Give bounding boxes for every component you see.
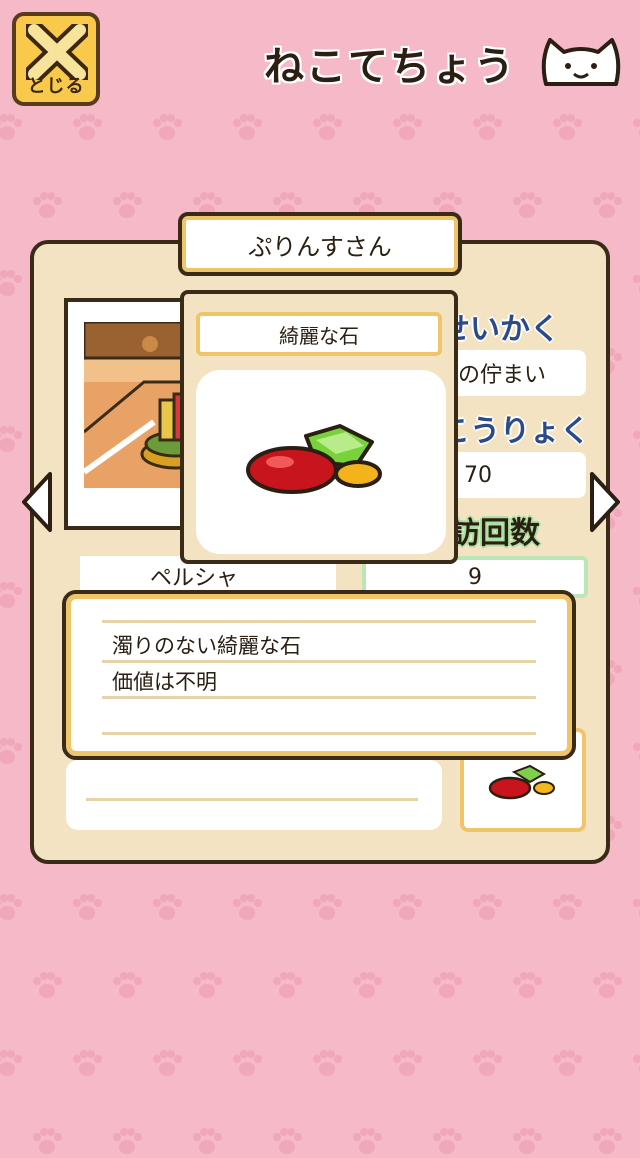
paw-print-icon [633,431,640,449]
paw-print-icon [113,192,142,218]
paw-print-icon [33,1128,62,1154]
paw-print-icon [593,972,622,998]
close-label: とじる [27,76,85,97]
paw-print-icon [153,1050,182,1076]
paw-print-icon [593,1128,622,1154]
chevron-right-icon[interactable] [588,470,624,534]
personality-label: せいかく [440,312,560,347]
pretty-stone-icon [246,424,382,494]
paw-print-icon [0,894,22,920]
paw-print-icon [473,894,502,920]
paw-print-icon [233,1050,262,1076]
description-line-1: 濁りのない綺麗な石 [112,634,301,658]
paw-print-icon [153,114,182,140]
paw-print-icon [353,972,382,998]
paw-print-icon [353,1128,382,1154]
paw-print-icon [473,1050,502,1076]
paw-print-icon [193,1128,222,1154]
paw-print-icon [633,1055,640,1073]
paw-print-icon [0,426,22,452]
gift-popup: 綺麗な石 [180,290,458,564]
paw-print-icon [0,114,22,140]
paw-print-icon [433,972,462,998]
paw-print-icon [0,582,22,608]
paw-print-icon [233,114,262,140]
paw-print-icon [33,972,62,998]
power-label: こうりょく [440,414,590,449]
paw-print-icon [0,738,22,764]
paw-print-icon [433,1128,462,1154]
paw-print-icon [553,1050,582,1076]
paw-print-icon [273,972,302,998]
paw-print-icon [33,192,62,218]
paw-print-icon [513,192,542,218]
paw-print-icon [0,270,22,296]
paw-print-icon [593,192,622,218]
paw-print-icon [513,1128,542,1154]
description-line-2: 価値は不明 [112,670,217,694]
paw-print-icon [73,894,102,920]
paw-print-icon [633,587,640,605]
paw-print-icon [393,894,422,920]
paw-print-icon [113,1128,142,1154]
personality-value: の佇まい [440,350,586,396]
paw-print-icon [313,894,342,920]
paw-print-icon [393,114,422,140]
gift-title: 綺麗な石 [196,312,442,356]
paw-print-icon [113,972,142,998]
paw-print-icon [233,894,262,920]
paw-print-icon [633,275,640,293]
paw-print-icon [633,119,640,137]
paw-print-icon [553,114,582,140]
paw-print-icon [393,1050,422,1076]
paw-print-icon [313,1050,342,1076]
paw-print-icon [553,894,582,920]
paw-print-icon [153,894,182,920]
paw-print-icon [73,1050,102,1076]
paw-print-icon [633,899,640,917]
paw-print-icon [513,972,542,998]
chevron-left-icon[interactable] [18,470,54,534]
memo-area [66,760,442,830]
paw-print-icon [473,114,502,140]
paw-print-icon [273,1128,302,1154]
page-title: ねこてちょう [264,44,516,90]
paw-print-icon [73,114,102,140]
power-value: 70 [440,452,586,498]
paw-print-icon [313,114,342,140]
cat-face-icon [541,38,621,86]
close-button[interactable]: とじる [12,12,100,106]
paw-print-icon [0,1050,22,1076]
gift-description: 濁りのない綺麗な石 価値は不明 [62,590,576,760]
gift-image [196,370,446,554]
cat-name-tab: ぷりんすさん [178,212,462,276]
paw-print-icon [193,972,222,998]
paw-print-icon [633,743,640,761]
